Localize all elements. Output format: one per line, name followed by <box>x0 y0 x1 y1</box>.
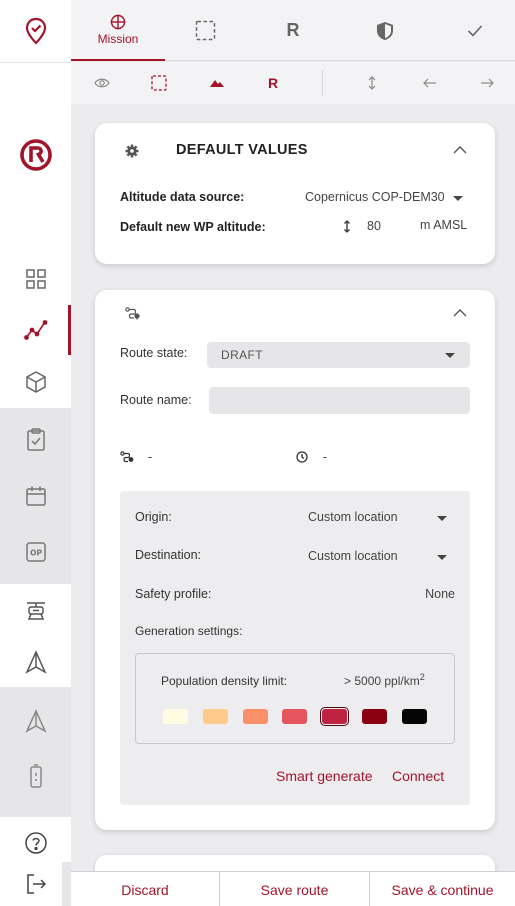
dashed-square-icon[interactable] <box>148 72 170 94</box>
altitude-source-select[interactable]: Copernicus COP-DEM30 <box>305 189 467 207</box>
chevron-down-icon <box>445 353 455 358</box>
route-duration-value: - <box>323 450 328 464</box>
check-icon <box>467 24 483 37</box>
calendar-icon[interactable] <box>0 479 71 513</box>
origin-value: Custom location <box>308 510 398 524</box>
destination-select[interactable]: Custom location <box>307 547 453 567</box>
wp-altitude-label: Default new WP altitude: <box>120 220 266 234</box>
route-name-label: Route name: <box>120 393 192 407</box>
drone-icon[interactable] <box>0 594 71 628</box>
chevron-down-icon <box>453 196 463 201</box>
connect-button[interactable]: Connect <box>392 768 444 784</box>
tab-confirm[interactable] <box>453 0 497 61</box>
route-name-input[interactable] <box>209 387 470 414</box>
shield-icon <box>377 21 393 40</box>
density-value: > 5000 ppl/km2 <box>344 672 425 688</box>
tab-mission[interactable]: Mission <box>71 0 165 61</box>
altitude-source-label: Altitude data source: <box>120 190 245 204</box>
route-distance-value: - <box>148 450 153 464</box>
safety-profile-label: Safety profile: <box>135 587 212 601</box>
op-badge-icon[interactable]: OP <box>0 535 71 569</box>
route-state-label: Route state: <box>120 346 188 360</box>
altitude-source-value: Copernicus COP-DEM30 <box>305 190 445 204</box>
eye-icon[interactable] <box>91 72 113 94</box>
svg-text:OP: OP <box>30 549 42 558</box>
vertical-arrows-icon[interactable] <box>361 72 383 94</box>
save-continue-button[interactable]: Save & continue <box>370 872 515 906</box>
destination-label: Destination: <box>135 548 202 562</box>
density-swatch[interactable] <box>402 709 427 724</box>
density-swatch[interactable] <box>320 707 349 726</box>
chevron-up-icon[interactable] <box>453 308 467 317</box>
destination-value: Custom location <box>308 549 398 563</box>
route-state-value: DRAFT <box>221 348 263 362</box>
density-swatch[interactable] <box>362 709 387 724</box>
r-icon: R <box>286 20 300 40</box>
arrow-right-icon[interactable] <box>476 72 498 94</box>
bottom-action-bar: Discard Save route Save & continue <box>71 871 515 906</box>
arrow-left-icon[interactable] <box>419 72 441 94</box>
route-state-select[interactable]: DRAFT <box>207 342 470 368</box>
navigation-icon[interactable] <box>0 704 71 738</box>
battery-icon[interactable] <box>0 759 71 793</box>
origin-label: Origin: <box>135 510 172 524</box>
waypoints-icon <box>125 307 140 320</box>
origin-select[interactable]: Custom location <box>307 508 453 528</box>
default-values-card: DEFAULT VALUES Altitude data source: Cop… <box>95 123 495 264</box>
tab-area[interactable] <box>183 0 227 61</box>
density-swatch[interactable] <box>163 709 188 724</box>
clock-icon <box>296 451 308 463</box>
waypoints-icon <box>120 451 134 463</box>
chevron-down-icon <box>437 516 447 521</box>
density-value-sup: 2 <box>419 672 425 682</box>
generation-panel: Origin: Custom location Destination: Cus… <box>120 491 470 805</box>
chevron-down-icon <box>437 555 447 560</box>
chevron-up-icon[interactable] <box>453 145 467 154</box>
discard-button[interactable]: Discard <box>71 872 219 906</box>
density-label: Population density limit: <box>161 674 288 688</box>
density-swatch[interactable] <box>282 709 307 724</box>
help-icon[interactable] <box>0 825 71 861</box>
save-route-button[interactable]: Save route <box>220 872 369 906</box>
crosshair-icon <box>110 14 126 29</box>
generation-settings-label: Generation settings: <box>135 624 243 638</box>
wp-altitude-input[interactable]: 80 <box>367 219 381 233</box>
left-rail: OP <box>0 0 71 906</box>
population-density-box: Population density limit: > 5000 ppl/km2 <box>135 653 455 744</box>
r-glyph: R <box>267 75 279 91</box>
grid-icon[interactable] <box>0 262 71 296</box>
terrain-icon[interactable] <box>206 72 228 94</box>
r-icon[interactable]: R <box>262 72 284 94</box>
wp-altitude-unit: m AMSL <box>420 218 468 232</box>
app-logo-icon[interactable] <box>0 8 71 54</box>
card-title: DEFAULT VALUES <box>176 142 308 158</box>
density-value-text: > 5000 ppl/km <box>344 674 420 688</box>
safety-profile-value[interactable]: None <box>425 587 455 601</box>
smart-generate-button[interactable]: Smart generate <box>276 768 373 784</box>
cube-icon[interactable] <box>0 365 71 399</box>
top-tab-bar: Mission R <box>71 0 515 61</box>
navigation-icon[interactable] <box>0 645 71 679</box>
density-swatch[interactable] <box>203 709 228 724</box>
map-toolbar: R <box>71 62 515 104</box>
clipboard-check-icon[interactable] <box>0 423 71 457</box>
tab-security[interactable] <box>363 0 407 61</box>
logout-icon[interactable] <box>0 866 71 902</box>
tab-mission-label: Mission <box>97 31 139 46</box>
toolbar-divider <box>322 70 323 96</box>
gear-icon <box>125 144 139 158</box>
density-swatch[interactable] <box>243 709 268 724</box>
route-icon[interactable] <box>0 313 71 347</box>
route-card: Route state: DRAFT Route name: - - Origi… <box>95 290 495 830</box>
dashed-square-icon <box>195 20 215 41</box>
brand-logo-icon <box>0 135 71 175</box>
tab-r[interactable]: R <box>271 0 315 61</box>
rail-section-gray <box>0 812 71 817</box>
active-indicator <box>68 305 71 355</box>
vertical-arrows-icon <box>344 220 350 233</box>
